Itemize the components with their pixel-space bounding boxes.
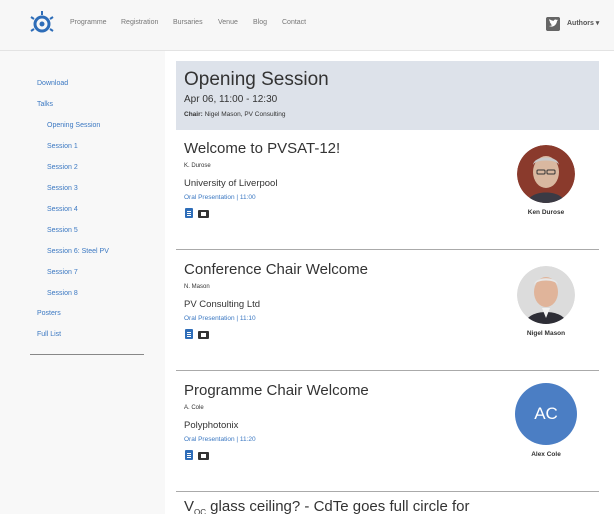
sidebar-item-session-2[interactable]: Session 2 [47, 164, 78, 171]
nav-programme[interactable]: Programme [70, 19, 107, 26]
speaker-name: Ken Durose [527, 209, 565, 216]
video-icon[interactable] [198, 210, 209, 218]
nav-contact[interactable]: Contact [282, 19, 306, 26]
sidebar-item-full-list[interactable]: Full List [37, 331, 61, 338]
talk-title[interactable]: Programme Chair Welcome [184, 382, 369, 399]
talk-meta: Oral Presentation | 11:00 [184, 194, 256, 201]
avatar[interactable] [517, 145, 575, 203]
talk-author: N. Mason [184, 284, 210, 290]
sidebar-item-session-7[interactable]: Session 7 [47, 269, 78, 276]
chevron-down-icon: ▾ [595, 20, 600, 27]
chair-value: Nigel Mason, PV Consulting [204, 111, 286, 118]
talk-affiliation: PV Consulting Ltd [184, 299, 261, 310]
top-navbar: Programme Registration Bursaries Venue B… [0, 0, 614, 51]
document-icon[interactable] [185, 329, 193, 339]
sidebar [0, 51, 165, 514]
sidebar-item-opening-session[interactable]: Opening Session [47, 122, 100, 129]
authors-dropdown[interactable]: Authors ▾ [567, 19, 599, 27]
video-icon[interactable] [198, 331, 209, 339]
sidebar-item-session-8[interactable]: Session 8 [47, 290, 78, 297]
session-header: Opening Session Apr 06, 11:00 - 12:30 Ch… [176, 61, 599, 130]
sidebar-item-talks[interactable]: Talks [37, 101, 53, 108]
talk-meta: Oral Presentation | 11:10 [184, 315, 256, 322]
chair-label: Chair: [184, 111, 203, 118]
talk-author: K. Durose [184, 163, 211, 169]
talk-title-prefix: V [184, 498, 195, 514]
sidebar-item-session-6[interactable]: Session 6: Steel PV [47, 248, 109, 255]
talk-item: Welcome to PVSAT-12! K. Durose Universit… [176, 130, 599, 250]
page-title: Opening Session [184, 69, 329, 90]
sidebar-divider [30, 354, 144, 355]
talk-title-rest: glass ceiling? - CdTe goes full circle f… [206, 498, 470, 514]
sidebar-item-download[interactable]: Download [37, 80, 68, 87]
video-icon[interactable] [198, 452, 209, 460]
talk-title-subscript: OC [194, 508, 207, 514]
document-icon[interactable] [185, 450, 193, 460]
speaker-name: Alex Cole [531, 451, 561, 458]
talk-affiliation: Polyphotonix [184, 420, 239, 431]
talk-affiliation: University of Liverpool [184, 178, 278, 189]
sidebar-item-session-3[interactable]: Session 3 [47, 185, 78, 192]
session-time: Apr 06, 11:00 - 12:30 [184, 94, 278, 105]
nav-venue[interactable]: Venue [218, 19, 238, 26]
sidebar-item-session-5[interactable]: Session 5 [47, 227, 78, 234]
authors-label: Authors [567, 20, 594, 27]
talk-item: Programme Chair Welcome A. Cole Polyphot… [176, 372, 599, 492]
session-chair: Chair: Nigel Mason, PV Consulting [184, 111, 286, 118]
twitter-icon[interactable] [546, 17, 560, 31]
speaker-name: Nigel Mason [526, 330, 566, 337]
talk-item: VOC glass ceiling? - CdTe goes full circ… [176, 493, 599, 514]
talk-title[interactable]: Welcome to PVSAT-12! [184, 140, 340, 157]
nav-registration[interactable]: Registration [121, 19, 158, 26]
document-icon[interactable] [185, 208, 193, 218]
nav-blog[interactable]: Blog [253, 19, 267, 26]
sidebar-item-session-4[interactable]: Session 4 [47, 206, 78, 213]
avatar[interactable] [517, 266, 575, 324]
talk-item: Conference Chair Welcome N. Mason PV Con… [176, 251, 599, 371]
site-logo-icon[interactable] [28, 10, 56, 38]
sidebar-item-posters[interactable]: Posters [37, 310, 61, 317]
talk-divider [176, 249, 599, 250]
talk-meta: Oral Presentation | 11:20 [184, 436, 256, 443]
avatar[interactable] [520, 507, 576, 514]
sidebar-item-session-1[interactable]: Session 1 [47, 143, 78, 150]
nav-bursaries[interactable]: Bursaries [173, 19, 203, 26]
talk-title[interactable]: Conference Chair Welcome [184, 261, 368, 278]
talk-divider [176, 491, 599, 492]
avatar-initials[interactable]: AC [515, 383, 577, 445]
talk-divider [176, 370, 599, 371]
talk-author: A. Cole [184, 405, 204, 411]
talk-title[interactable]: VOC glass ceiling? - CdTe goes full circ… [184, 498, 469, 514]
